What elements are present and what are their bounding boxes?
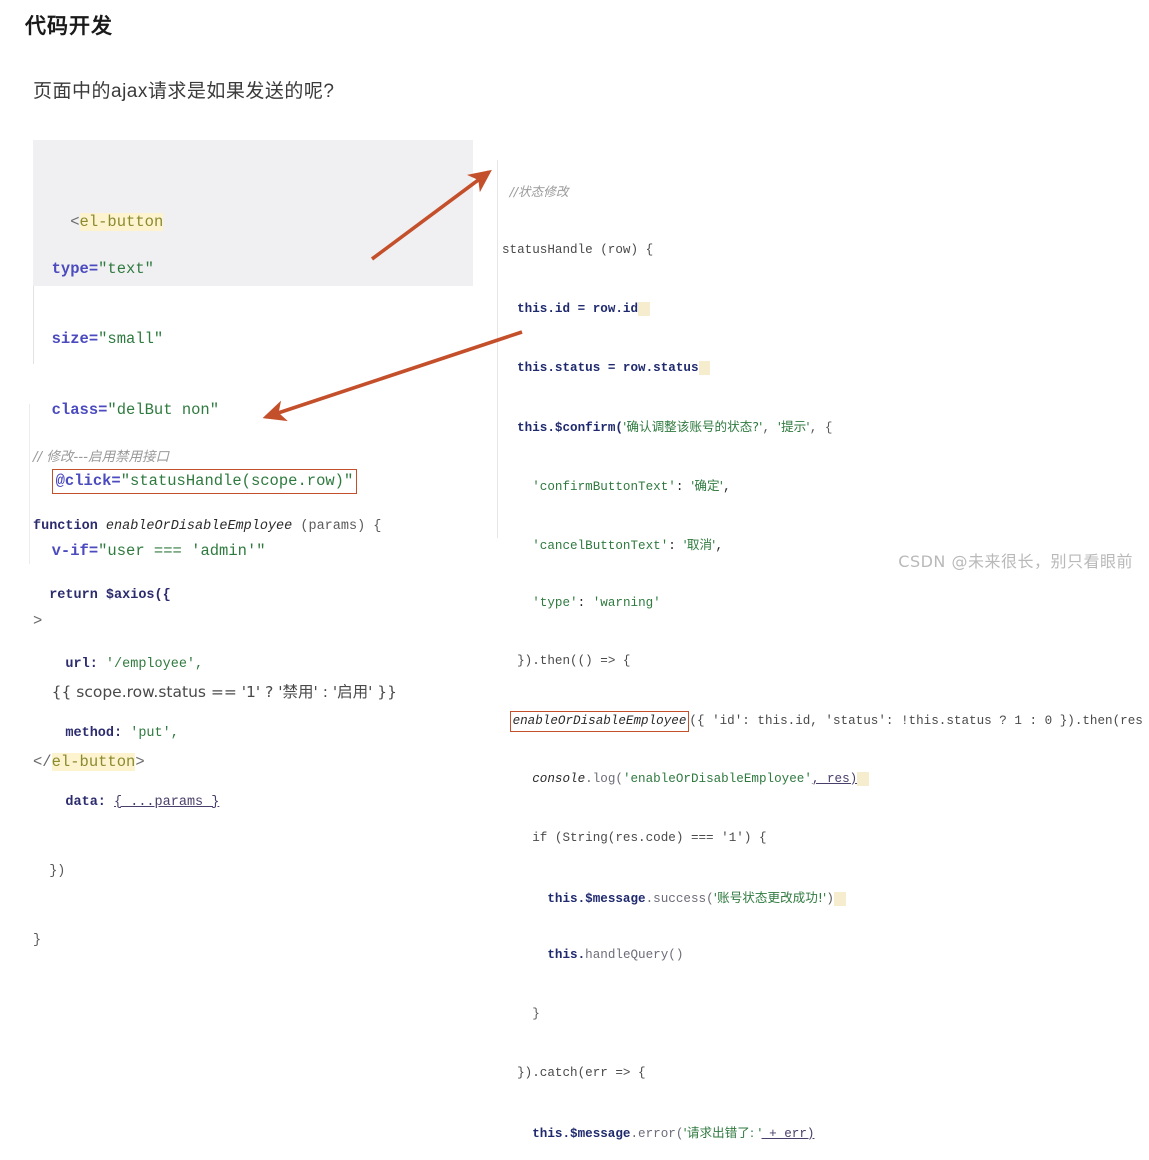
url-value: '/employee', [105, 657, 204, 672]
assign-status: this.status = row.status [517, 360, 699, 375]
handle-query-call: handleQuery() [585, 948, 684, 963]
cancel-button-text-value: '取消' [683, 536, 716, 552]
type-key: 'type' [532, 595, 578, 610]
if-code-check: if (String(res.code) === '1') { [532, 830, 767, 845]
attr-size: size= [51, 330, 99, 348]
code-line: enableOrDisableEmployee({ 'id': this.id,… [502, 711, 1149, 733]
code-line: } [502, 1005, 1147, 1025]
status-handle-definition: statusHandle (row) { [502, 242, 654, 257]
enable-disable-call: enableOrDisableEmployee [512, 714, 687, 729]
cursor-highlight [833, 891, 846, 906]
message-object: this.$message [547, 891, 646, 906]
data-value: { ...params } [114, 795, 220, 810]
url-key: url: [65, 657, 98, 672]
attr-size-value: "small" [98, 330, 164, 348]
attr-type: type= [51, 259, 99, 278]
code-line: if (String(res.code) === '1') { [502, 829, 1147, 849]
message-object-error: this.$message [532, 1126, 631, 1141]
right-code-block-vue-method: //状态修改 statusHandle (row) { this.id = ro… [502, 143, 1147, 1160]
confirm-title: '提示' [777, 419, 810, 435]
cursor-highlight [638, 301, 650, 316]
confirm-sep: , [762, 421, 778, 436]
this-keyword: this. [547, 948, 586, 963]
code-line: type="text" [33, 258, 473, 282]
enable-disable-call-args: ({ 'id': this.id, 'status': !this.status… [689, 714, 1149, 729]
confirm-message: '确认调整该账号的状态?' [622, 419, 763, 435]
then-open: }).then(() => { [517, 654, 631, 669]
success-message: '账号状态更改成功!' [713, 889, 827, 905]
axios-close: }) [49, 864, 66, 879]
code-line: }).then(() => { [502, 652, 1147, 672]
code-line: size="small" [33, 328, 473, 352]
csdn-watermark: CSDN @未来很长，别只看眼前 [898, 552, 1133, 571]
cancel-button-text-key: 'cancelButtonText' [532, 538, 669, 553]
error-concat: + err) [761, 1126, 815, 1141]
code-line: this.handleQuery() [502, 946, 1147, 966]
code-line: // 修改---启用禁用接口 [33, 446, 333, 469]
error-message: '请求出错了: ' [683, 1124, 762, 1140]
data-key: data: [65, 795, 106, 810]
bottom-code-block-api: // 修改---启用禁用接口 function enableOrDisableE… [33, 400, 381, 975]
function-keyword: function [33, 519, 98, 534]
type-value: 'warning' [592, 595, 661, 610]
code-line: this.$confirm('确认调整该账号的状态?', '提示', { [502, 417, 1147, 437]
code-line: url: '/employee', [33, 653, 333, 676]
console-log-res: , res) [811, 772, 858, 786]
code-line: this.status = row.status [502, 359, 1147, 379]
confirm-call: this.$confirm( [517, 421, 623, 436]
code-line: 'confirmButtonText': '确定', [532, 478, 731, 495]
code-line: <el-button [33, 187, 473, 231]
right-code-left-rule [497, 160, 498, 538]
confirm-button-text-value: '确定' [690, 478, 724, 494]
attr-type-value: "text" [98, 259, 154, 278]
code-line: } [33, 929, 333, 952]
el-button-open-tag: el-button [79, 212, 164, 231]
cursor-highlight [698, 360, 711, 375]
api-comment: // 修改---启用禁用接口 [33, 449, 170, 465]
message-success: .success( [645, 891, 714, 906]
code-line: }) [33, 860, 333, 883]
confirm-button-text-key: 'confirmButtonText' [532, 480, 676, 495]
method-value: 'put', [130, 726, 179, 741]
code-line: data: { ...params } [33, 791, 333, 814]
method-key: method: [65, 726, 123, 741]
success-close: ) [826, 891, 834, 906]
code-line: method: 'put', [33, 722, 333, 745]
function-params: (params) { [300, 519, 382, 534]
console-log-label: 'enableOrDisableEmployee' [622, 772, 812, 786]
status-modify-comment: //状态修改 [509, 184, 569, 200]
console-log: .log( [585, 772, 623, 786]
code-line: return $axios({ [33, 584, 333, 607]
if-close-brace: } [532, 1007, 540, 1022]
assign-id: this.id = row.id [517, 301, 639, 316]
confirm-open-brace: , { [809, 421, 833, 436]
open-angle-bracket: < [70, 212, 80, 231]
enable-disable-function-definition: enableOrDisableEmployee [105, 519, 293, 534]
page-subtitle: 页面中的ajax请求是如果发送的呢? [33, 81, 335, 102]
code-line: this.id = row.id [502, 300, 1147, 320]
function-close: } [33, 933, 42, 948]
code-line: //状态修改 [502, 182, 1147, 202]
catch-open: }).catch(err => { [517, 1065, 646, 1080]
code-line: statusHandle (row) { [502, 241, 1147, 261]
code-line: }).catch(err => { [502, 1064, 1147, 1084]
code-line: 'type': 'warning' [532, 595, 661, 610]
cursor-highlight [857, 772, 869, 786]
code-line: this.$message.error('请求出错了: ' + err) [502, 1123, 1147, 1143]
code-line: this.$message.success('账号状态更改成功!') [502, 888, 1147, 908]
bottom-code-left-rule [29, 404, 30, 564]
return-axios: return $axios({ [49, 588, 171, 603]
enable-disable-call-box: enableOrDisableEmployee [509, 711, 690, 733]
console-object: console [532, 772, 586, 786]
page-title: 代码开发 [25, 15, 113, 38]
message-error: .error( [630, 1126, 684, 1141]
code-line: console.log('enableOrDisableEmployee', r… [502, 770, 1147, 790]
code-line: function enableOrDisableEmployee (params… [33, 515, 381, 538]
